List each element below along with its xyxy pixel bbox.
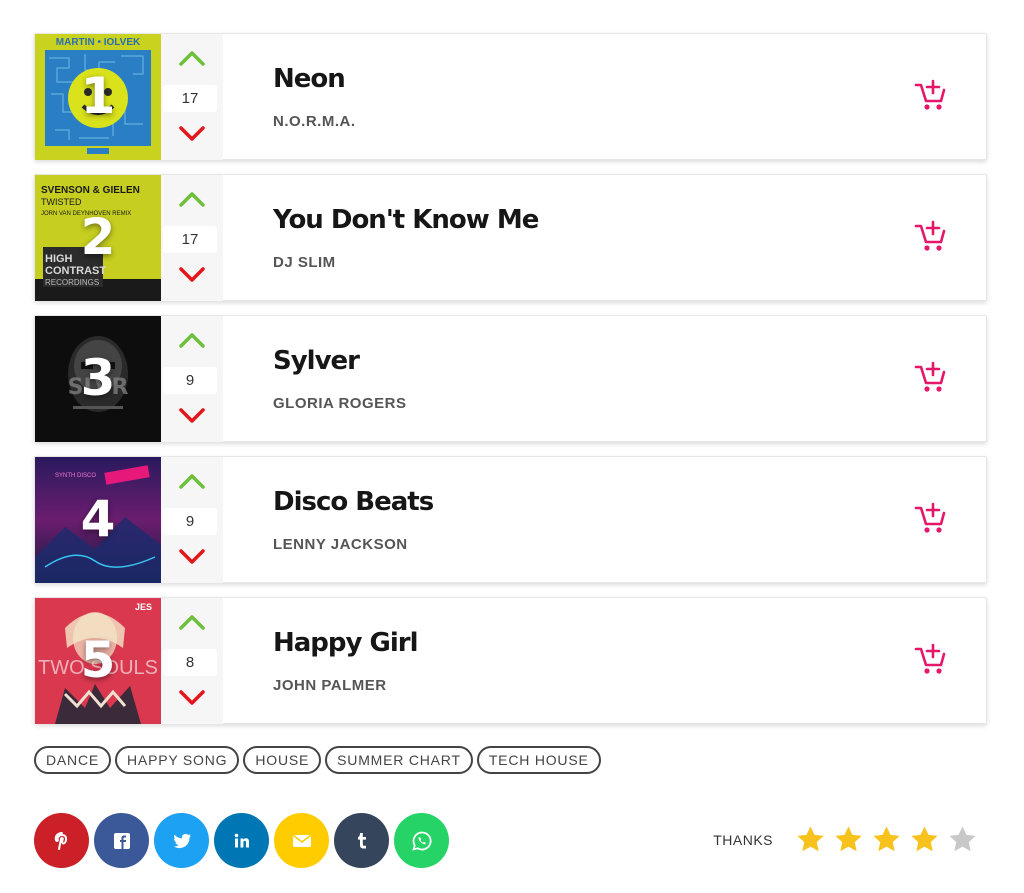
tumblr-icon: [357, 832, 366, 848]
vote-count: 17: [163, 85, 217, 112]
twitter-share-button[interactable]: [154, 813, 209, 868]
linkedin-icon: [234, 833, 249, 847]
vote-up-icon[interactable]: [177, 47, 207, 69]
track-title[interactable]: Neon: [273, 64, 346, 94]
rank-number: 2: [80, 208, 116, 266]
star-icon[interactable]: [908, 823, 941, 856]
vote-panel: 17: [161, 34, 223, 160]
vote-up-icon[interactable]: [177, 611, 207, 633]
twitter-icon: [173, 833, 191, 848]
vote-up-icon[interactable]: [177, 329, 207, 351]
vote-count: 9: [163, 367, 217, 394]
album-cover[interactable]: JES TWO SOULS 5: [35, 598, 161, 724]
chart-row: SLVR 3 9 Sylver GLORIA ROGERS: [34, 315, 987, 442]
vote-down-icon[interactable]: [177, 687, 207, 709]
svg-text:TWISTED: TWISTED: [41, 197, 82, 207]
vote-count: 17: [163, 226, 217, 253]
linkedin-share-button[interactable]: [214, 813, 269, 868]
vote-panel: 8: [161, 598, 223, 724]
svg-text:RECORDINGS: RECORDINGS: [45, 278, 99, 287]
add-to-cart-icon[interactable]: [914, 360, 948, 394]
star-icon[interactable]: [794, 823, 827, 856]
whatsapp-share-button[interactable]: [394, 813, 449, 868]
track-artist: JOHN PALMER: [273, 677, 387, 694]
email-icon: [292, 834, 311, 847]
star-icon[interactable]: [832, 823, 865, 856]
vote-down-icon[interactable]: [177, 264, 207, 286]
vote-panel: 9: [161, 457, 223, 583]
svg-text:CONTRAST: CONTRAST: [45, 265, 106, 277]
tumblr-share-button[interactable]: [334, 813, 389, 868]
rank-number: 4: [80, 490, 116, 548]
whatsapp-icon: [411, 831, 431, 851]
tag-tech-house[interactable]: TECH HOUSE: [476, 746, 601, 774]
vote-up-icon[interactable]: [177, 188, 207, 210]
album-cover[interactable]: SVENSON & GIELEN TWISTED JORN VAN DEYNHO…: [35, 175, 161, 301]
cover-text: MARTIN • IOLVEK: [56, 37, 141, 48]
vote-panel: 9: [161, 316, 223, 442]
facebook-icon: [113, 832, 130, 849]
track-artist: LENNY JACKSON: [273, 536, 408, 553]
vote-down-icon[interactable]: [177, 123, 207, 145]
star-icon[interactable]: [870, 823, 903, 856]
album-cover[interactable]: SLVR 3: [35, 316, 161, 442]
chart-row: SYNTH DISCO 4 9 Disco Beats LENNY JACKSO…: [34, 456, 987, 583]
rating-label: THANKS: [713, 831, 773, 848]
tag-list: DANCE HAPPY SONG HOUSE SUMMER CHART TECH…: [34, 746, 601, 774]
chart-row: MARTIN • IOLVEK 1 17 Neon N.O.R.M.A.: [34, 33, 987, 160]
email-share-button[interactable]: [274, 813, 329, 868]
rating-widget: THANKS: [713, 823, 979, 856]
tag-house[interactable]: HOUSE: [243, 746, 322, 774]
track-artist: N.O.R.M.A.: [273, 113, 356, 130]
track-artist: DJ SLIM: [273, 254, 336, 271]
vote-panel: 17: [161, 175, 223, 301]
add-to-cart-icon[interactable]: [914, 501, 948, 535]
vote-count: 9: [163, 508, 217, 535]
track-title[interactable]: Sylver: [273, 346, 360, 376]
star-icon[interactable]: [946, 823, 979, 856]
rank-number: 3: [80, 349, 116, 407]
vote-up-icon[interactable]: [177, 470, 207, 492]
vote-count: 8: [163, 649, 217, 676]
rank-number: 5: [80, 631, 116, 689]
svg-text:SVENSON & GIELEN: SVENSON & GIELEN: [41, 185, 140, 196]
add-to-cart-icon[interactable]: [914, 642, 948, 676]
tag-dance[interactable]: DANCE: [34, 746, 112, 774]
pinterest-share-button[interactable]: [34, 813, 89, 868]
chart-list: MARTIN • IOLVEK 1 17 Neon N.O.R.M.A. SVE…: [34, 33, 987, 738]
svg-text:SYNTH DISCO: SYNTH DISCO: [55, 473, 96, 479]
chart-row: SVENSON & GIELEN TWISTED JORN VAN DEYNHO…: [34, 174, 987, 301]
pinterest-icon: [54, 831, 67, 850]
tag-happy-song[interactable]: HAPPY SONG: [115, 746, 240, 774]
add-to-cart-icon[interactable]: [914, 78, 948, 112]
chart-row: JES TWO SOULS 5 8 Happy Girl JOHN PALMER: [34, 597, 987, 724]
track-title[interactable]: Happy Girl: [273, 628, 419, 658]
facebook-share-button[interactable]: [94, 813, 149, 868]
rank-number: 1: [80, 67, 116, 125]
track-artist: GLORIA ROGERS: [273, 395, 407, 412]
track-title[interactable]: You Don't Know Me: [273, 205, 539, 235]
vote-down-icon[interactable]: [177, 546, 207, 568]
share-bar: [34, 813, 449, 868]
vote-down-icon[interactable]: [177, 405, 207, 427]
album-cover[interactable]: SYNTH DISCO 4: [35, 457, 161, 583]
track-title[interactable]: Disco Beats: [273, 487, 434, 517]
add-to-cart-icon[interactable]: [914, 219, 948, 253]
tag-summer-chart[interactable]: SUMMER CHART: [325, 746, 473, 774]
album-cover[interactable]: MARTIN • IOLVEK 1: [35, 34, 161, 160]
svg-text:JES: JES: [135, 602, 152, 612]
